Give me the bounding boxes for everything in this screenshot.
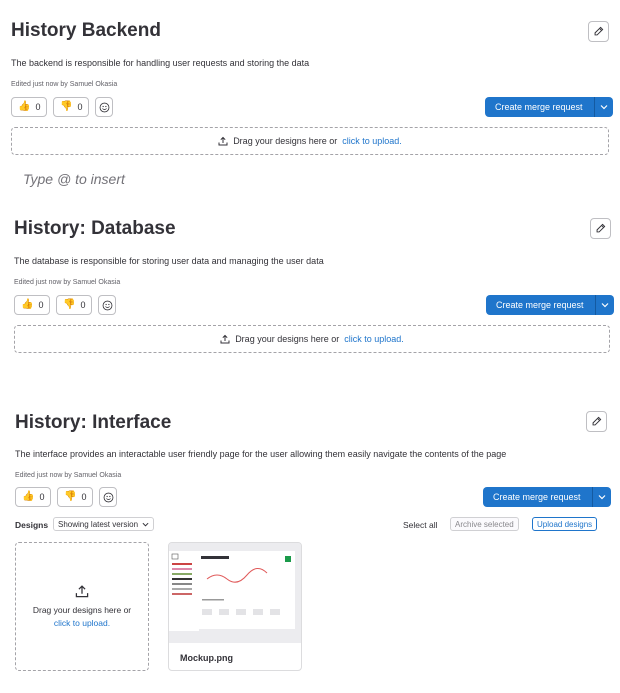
archive-selected-button[interactable]: Archive selected (450, 517, 519, 531)
chevron-down-icon (142, 522, 149, 527)
section-title: History: Database (14, 218, 176, 239)
designs-label: Designs (15, 520, 49, 530)
smiley-icon (103, 492, 113, 502)
click-to-upload-link[interactable]: click to upload. (342, 136, 402, 146)
thumbs-up-icon: 👍 (22, 491, 35, 502)
chevron-down-icon[interactable] (596, 301, 614, 309)
version-select-value: Showing latest version (58, 519, 139, 529)
thumbs-up-count: 0 (38, 300, 44, 310)
thumbs-down-icon: 👎 (64, 491, 77, 502)
upload-designs-button[interactable]: Upload designs (532, 517, 598, 531)
thumbs-down-count: 0 (77, 102, 83, 112)
section-description: The interface provides an interactable u… (15, 449, 507, 459)
select-all-button[interactable]: Select all (403, 520, 438, 530)
comment-placeholder[interactable]: Type @ to insert (23, 171, 125, 187)
upload-icon (75, 584, 89, 597)
chevron-down-icon[interactable] (593, 493, 611, 501)
dropzone-text: Drag your designs here or (32, 604, 132, 615)
thumbs-down-button[interactable]: 👎 0 (56, 295, 93, 315)
design-card[interactable]: Mockup.png (168, 542, 302, 671)
create-merge-request-button[interactable]: Create merge request (485, 97, 613, 117)
thumbs-down-count: 0 (80, 300, 86, 310)
section-description: The database is responsible for storing … (14, 256, 324, 266)
pencil-icon (592, 416, 602, 426)
design-file-name: Mockup.png (180, 653, 233, 663)
design-dropzone[interactable]: Drag your designs here or click to uploa… (15, 542, 149, 671)
merge-request-label: Create merge request (495, 102, 583, 112)
section-title: History: Interface (15, 412, 172, 433)
thumbs-up-icon: 👍 (18, 101, 31, 112)
smiley-icon (102, 300, 112, 310)
version-select[interactable]: Showing latest version (53, 517, 155, 531)
upload-icon (218, 136, 228, 146)
thumbs-down-button[interactable]: 👎 0 (53, 97, 90, 117)
add-reaction-button[interactable] (98, 295, 116, 315)
pencil-icon (594, 26, 604, 36)
edit-button[interactable] (588, 21, 609, 42)
design-dropzone[interactable]: Drag your designs here or click to uploa… (11, 127, 609, 155)
edit-button[interactable] (586, 411, 607, 432)
chevron-down-icon[interactable] (595, 103, 613, 111)
design-dropzone[interactable]: Drag your designs here or click to uploa… (14, 325, 610, 353)
click-to-upload-link[interactable]: click to upload. (344, 334, 404, 344)
dropzone-text: Drag your designs here or (235, 334, 340, 344)
pencil-icon (596, 223, 606, 233)
thumbs-down-icon: 👎 (63, 299, 76, 310)
thumbs-down-button[interactable]: 👎 0 (57, 487, 94, 507)
thumbs-up-button[interactable]: 👍 0 (15, 487, 52, 507)
edited-note: Edited just now by Samuel Okasia (11, 81, 118, 88)
add-reaction-button[interactable] (95, 97, 113, 117)
thumbs-down-icon: 👎 (60, 101, 73, 112)
thumbs-down-count: 0 (81, 492, 87, 502)
merge-request-label: Create merge request (493, 492, 581, 502)
edited-note: Edited just now by Samuel Okasia (15, 472, 122, 479)
edit-button[interactable] (590, 218, 611, 239)
design-thumbnail[interactable] (169, 543, 301, 643)
click-to-upload-link[interactable]: click to upload. (54, 617, 110, 630)
smiley-icon (99, 102, 109, 112)
dropzone-text: Drag your designs here or (233, 136, 338, 146)
thumbs-up-count: 0 (35, 102, 41, 112)
section-description: The backend is responsible for handling … (11, 58, 310, 68)
thumbs-up-count: 0 (39, 492, 45, 502)
upload-icon (220, 334, 230, 344)
create-merge-request-button[interactable]: Create merge request (483, 487, 611, 507)
thumbs-up-button[interactable]: 👍 0 (14, 295, 51, 315)
thumbs-up-button[interactable]: 👍 0 (11, 97, 48, 117)
edited-note: Edited just now by Samuel Okasia (14, 279, 121, 286)
mockup-preview-image (169, 543, 301, 643)
merge-request-label: Create merge request (496, 300, 584, 310)
create-merge-request-button[interactable]: Create merge request (486, 295, 614, 315)
section-title: History Backend (11, 20, 161, 41)
thumbs-up-icon: 👍 (21, 299, 34, 310)
add-reaction-button[interactable] (99, 487, 117, 507)
